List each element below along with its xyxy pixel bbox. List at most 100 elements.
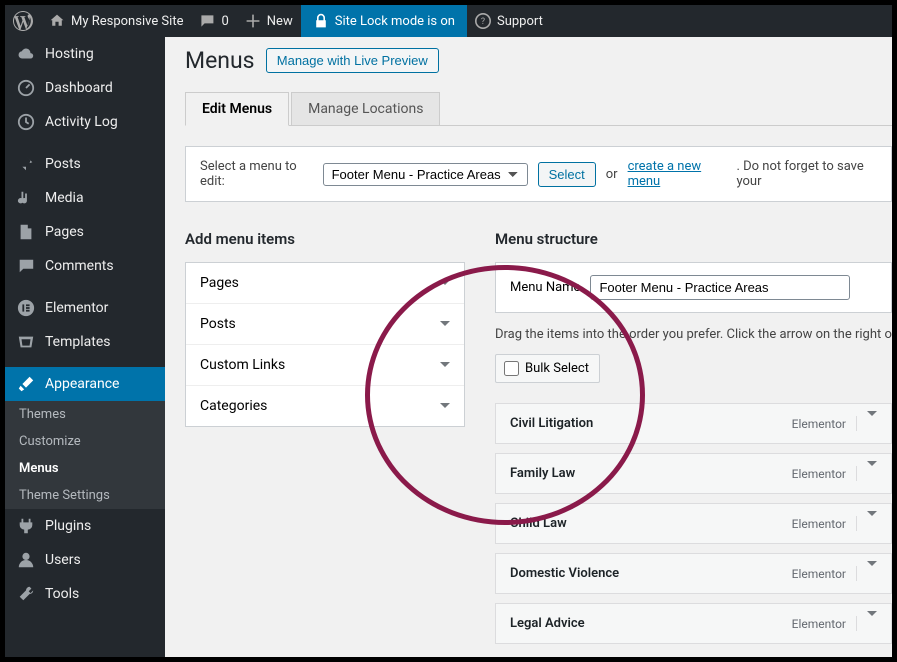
- plus-icon: [245, 13, 261, 29]
- menu-items-list: Civil Litigation Elementor Family Law Eleme…: [495, 403, 892, 644]
- site-name-link[interactable]: My Responsive Site: [41, 5, 191, 37]
- select-button[interactable]: Select: [538, 162, 596, 187]
- accordion-posts[interactable]: Posts: [186, 304, 464, 345]
- sidebar-item-hosting[interactable]: Hosting: [5, 37, 165, 71]
- label: Pages: [45, 224, 84, 240]
- dashboard-icon: [17, 79, 35, 97]
- menu-item[interactable]: Legal Advice Elementor: [495, 603, 892, 644]
- label: Elementor: [45, 300, 108, 316]
- expand-toggle[interactable]: [856, 566, 877, 581]
- spacer: [5, 139, 165, 147]
- label: Tools: [45, 586, 79, 602]
- sidebar-item-comments[interactable]: Comments: [5, 249, 165, 283]
- sidebar-sub-themes[interactable]: Themes: [5, 401, 165, 428]
- label: Plugins: [45, 518, 91, 534]
- menu-item[interactable]: Civil Litigation Elementor: [495, 403, 892, 444]
- menu-item-title: Civil Litigation: [510, 416, 593, 431]
- label: Activity Log: [45, 114, 118, 130]
- expand-toggle[interactable]: [856, 516, 877, 531]
- label: Pages: [200, 275, 239, 291]
- plugin-icon: [17, 517, 35, 535]
- tab-edit-menus[interactable]: Edit Menus: [185, 92, 289, 126]
- sidebar-sub-theme-settings[interactable]: Theme Settings: [5, 482, 165, 509]
- sidebar-item-templates[interactable]: Templates: [5, 325, 165, 359]
- or-text: or: [606, 167, 618, 182]
- menu-structure-heading: Menu structure: [495, 230, 892, 248]
- menu-item-type: Elementor: [792, 617, 846, 631]
- add-menu-items-column: Add menu items Pages Posts Custom Links …: [185, 230, 465, 653]
- label: Hosting: [45, 46, 94, 62]
- sidebar-item-plugins[interactable]: Plugins: [5, 509, 165, 543]
- chevron-down-icon: [867, 411, 877, 436]
- sidebar-item-media[interactable]: Media: [5, 181, 165, 215]
- menu-name-row: Menu Name: [495, 262, 892, 312]
- label: Categories: [200, 398, 267, 414]
- sidebar-item-pages[interactable]: Pages: [5, 215, 165, 249]
- menu-item-type: Elementor: [792, 567, 846, 581]
- bulk-select-checkbox[interactable]: [504, 361, 519, 376]
- menu-item[interactable]: Child LawElementor: [495, 503, 892, 544]
- content-area: Menus Manage with Live Preview Edit Menu…: [165, 37, 892, 657]
- lock-label: Site Lock mode is on: [335, 14, 455, 29]
- menu-item-type: Elementor: [792, 467, 846, 481]
- select-prompt: Select a menu to edit:: [200, 159, 313, 189]
- menu-structure-column: Menu structure Menu Name Drag the items …: [495, 230, 892, 653]
- sidebar-item-users[interactable]: Users: [5, 543, 165, 577]
- accordion-custom-links[interactable]: Custom Links: [186, 345, 464, 386]
- sidebar-sub-customize[interactable]: Customize: [5, 428, 165, 455]
- menu-select-dropdown[interactable]: Footer Menu - Practice Areas: [323, 163, 528, 186]
- comments-icon: [17, 257, 35, 275]
- chevron-down-icon: [440, 403, 450, 413]
- wordpress-logo[interactable]: [5, 5, 41, 37]
- menu-item-title: Family Law: [510, 466, 575, 481]
- chevron-down-icon: [440, 321, 450, 331]
- menu-item-title: Domestic Violence: [510, 566, 619, 581]
- sidebar-item-elementor[interactable]: Elementor: [5, 291, 165, 325]
- home-icon: [49, 13, 65, 29]
- bulk-select-toggle[interactable]: Bulk Select: [495, 354, 600, 383]
- chevron-down-icon: [440, 362, 450, 372]
- sidebar-item-tools[interactable]: Tools: [5, 577, 165, 611]
- spacer: [5, 359, 165, 367]
- clock-icon: [17, 113, 35, 131]
- sidebar-item-dashboard[interactable]: Dashboard: [5, 71, 165, 105]
- sidebar-item-posts[interactable]: Posts: [5, 147, 165, 181]
- templates-icon: [17, 333, 35, 351]
- label: Dashboard: [45, 80, 113, 96]
- accordion-categories[interactable]: Categories: [186, 386, 464, 426]
- comments-link[interactable]: 0: [191, 5, 236, 37]
- label: Comments: [45, 258, 114, 274]
- pages-icon: [17, 223, 35, 241]
- expand-toggle[interactable]: [856, 416, 877, 431]
- chevron-down-icon: [867, 561, 877, 586]
- page-title: Menus: [185, 47, 255, 74]
- menu-select-strip: Select a menu to edit: Footer Menu - Pra…: [185, 146, 892, 202]
- menu-item-type: Elementor: [792, 417, 846, 431]
- menu-name-input[interactable]: [590, 275, 850, 300]
- tab-manage-locations[interactable]: Manage Locations: [291, 92, 440, 125]
- expand-toggle[interactable]: [856, 466, 877, 481]
- brush-icon: [17, 375, 35, 393]
- spacer: [5, 283, 165, 291]
- reminder-text: . Do not forget to save your: [736, 159, 877, 189]
- menu-item-title: Legal Advice: [510, 616, 585, 631]
- menu-item[interactable]: Family Law Elementor: [495, 453, 892, 494]
- expand-toggle[interactable]: [856, 616, 877, 631]
- admin-sidebar: Hosting Dashboard Activity Log Posts Med…: [5, 37, 165, 657]
- lock-icon: [313, 13, 329, 29]
- accordion-pages[interactable]: Pages: [186, 263, 464, 304]
- sidebar-sub-menus[interactable]: Menus: [5, 455, 165, 482]
- comments-count: 0: [221, 14, 228, 29]
- sidebar-item-appearance[interactable]: Appearance: [5, 367, 165, 401]
- new-content-link[interactable]: New: [237, 5, 301, 37]
- nav-tabs: Edit Menus Manage Locations: [185, 92, 892, 126]
- menu-item[interactable]: Domestic Violence Elementor: [495, 553, 892, 594]
- label: Bulk Select: [525, 361, 589, 376]
- site-lock-notice[interactable]: Site Lock mode is on: [301, 5, 467, 37]
- sidebar-item-activity[interactable]: Activity Log: [5, 105, 165, 139]
- live-preview-button[interactable]: Manage with Live Preview: [266, 48, 439, 73]
- support-link[interactable]: ?Support: [467, 5, 551, 37]
- media-icon: [17, 189, 35, 207]
- label: Users: [45, 552, 81, 568]
- create-new-menu-link[interactable]: create a new menu: [628, 159, 727, 189]
